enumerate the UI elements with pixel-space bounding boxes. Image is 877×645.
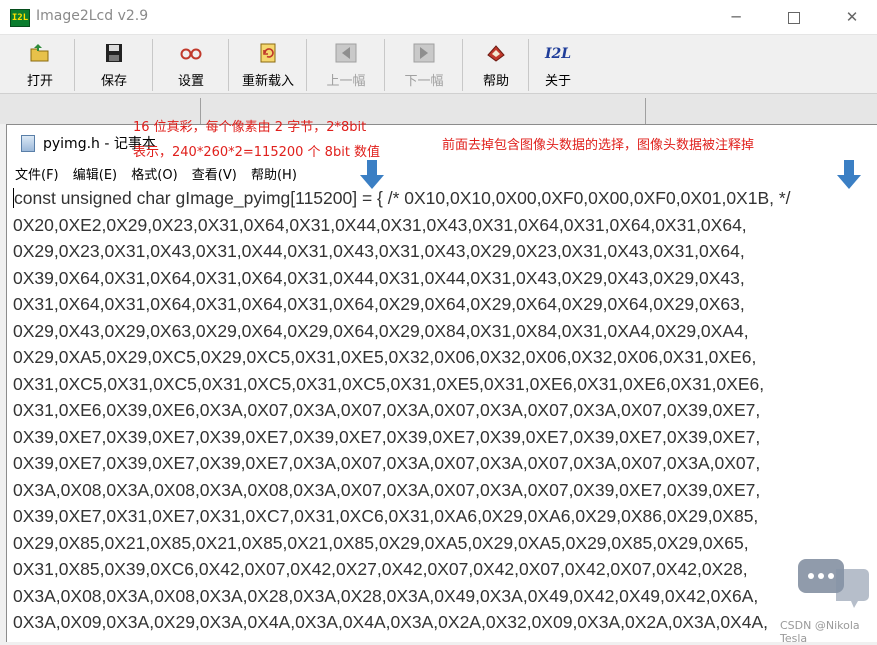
- reload-icon: [260, 43, 276, 63]
- save-button[interactable]: 保存: [76, 39, 153, 91]
- menu-format[interactable]: 格式(O): [131, 168, 177, 183]
- arrow-down-icon: [837, 160, 861, 189]
- help-book-icon: [487, 45, 505, 62]
- previous-arrow-icon: [335, 43, 357, 63]
- text-line: 0X39,0XE7,0X31,0XE7,0X31,0XC7,0X31,0XC6,…: [13, 506, 759, 526]
- reload-label: 重新载入: [241, 74, 294, 89]
- menu-help[interactable]: 帮助(H): [251, 168, 297, 183]
- menu-view[interactable]: 查看(V): [192, 168, 237, 183]
- maximize-button[interactable]: [765, 0, 823, 34]
- help-button[interactable]: 帮助: [464, 39, 529, 91]
- watermark-text: CSDN @Nikola Tesla: [780, 619, 860, 645]
- notepad-icon: [21, 135, 35, 152]
- open-button[interactable]: 打开: [6, 39, 75, 91]
- minimize-button[interactable]: ─: [707, 0, 765, 34]
- text-line: 0X39,0X64,0X31,0X64,0X31,0X64,0X31,0X44,…: [13, 267, 745, 288]
- next-arrow-icon: [413, 43, 435, 63]
- help-label: 帮助: [482, 74, 509, 89]
- settings-button[interactable]: 设置: [154, 39, 229, 91]
- settings-label: 设置: [177, 74, 204, 89]
- reload-button[interactable]: 重新载入: [230, 39, 307, 91]
- notepad-text-area[interactable]: const unsigned char gImage_pyimg[115200]…: [13, 185, 873, 640]
- svg-text:I2L: I2L: [544, 46, 571, 62]
- about-label: 关于: [544, 74, 571, 89]
- save-label: 保存: [100, 74, 127, 89]
- text-line: 0X3A,0X08,0X3A,0X08,0X3A,0X08,0X3A,0X07,…: [13, 479, 761, 500]
- close-button[interactable]: ✕: [823, 0, 877, 34]
- about-button[interactable]: I2L 关于: [530, 39, 586, 91]
- text-line: const unsigned char gImage_pyimg[115200]…: [13, 188, 791, 208]
- text-line: 0X20,0XE2,0X29,0X23,0X31,0X64,0X31,0X44,…: [13, 214, 747, 235]
- text-line: 0X29,0X23,0X31,0X43,0X31,0X44,0X31,0X43,…: [13, 241, 745, 261]
- text-line: 0X29,0XA5,0X29,0XC5,0X29,0XC5,0X31,0XE5,…: [13, 347, 757, 367]
- menu-edit[interactable]: 编辑(E): [73, 168, 117, 183]
- folder-open-icon: [30, 44, 49, 62]
- menu-file[interactable]: 文件(F): [15, 168, 59, 183]
- text-line: 0X3A,0X08,0X3A,0X08,0X3A,0X28,0X3A,0X28,…: [13, 585, 759, 606]
- notepad-window: pyimg.h - 记事本 文件(F) 编辑(E) 格式(O) 查看(V) 帮助…: [6, 124, 877, 642]
- chat-bubble-watermark-icon: [798, 559, 869, 608]
- text-line: 0X3A,0X09,0X3A,0X29,0X3A,0X4A,0X3A,0X4A,…: [13, 612, 768, 632]
- floppy-disk-icon: [106, 44, 122, 62]
- window-title-bar: I2L Image2Lcd v2.9 ─ ✕: [0, 0, 877, 35]
- text-line: 0X29,0X43,0X29,0X63,0X29,0X64,0X29,0X64,…: [13, 320, 749, 341]
- annotation-header-commented: 前面去掉包含图像头数据的选择，图像头数据被注释掉: [442, 138, 755, 153]
- text-line: 0X39,0XE7,0X39,0XE7,0X39,0XE7,0X39,0XE7,…: [13, 426, 761, 447]
- previous-image-button[interactable]: 上一幅: [308, 39, 385, 91]
- maximize-icon: [788, 11, 800, 24]
- text-line: 0X31,0XC5,0X31,0XC5,0X31,0XC5,0X31,0XC5,…: [13, 373, 765, 394]
- i2l-logo-icon: I2L: [544, 46, 571, 62]
- annotation-array-size: 表示，240*260*2=115200 个 8bit 数值: [133, 145, 381, 160]
- next-image-button[interactable]: 下一幅: [386, 39, 463, 91]
- arrow-down-icon: [360, 160, 384, 189]
- notepad-menu-bar: 文件(F) 编辑(E) 格式(O) 查看(V) 帮助(H): [15, 164, 307, 183]
- text-line: 0X31,0X64,0X31,0X64,0X31,0X64,0X31,0X64,…: [13, 294, 745, 314]
- window-title: Image2Lcd v2.9: [36, 8, 149, 24]
- text-line: 0X29,0X85,0X21,0X85,0X21,0X85,0X21,0X85,…: [13, 532, 749, 553]
- text-line: 0X31,0X85,0X39,0XC6,0X42,0X07,0X42,0X27,…: [13, 559, 748, 579]
- text-line: 0X39,0XE7,0X39,0XE7,0X39,0XE7,0X3A,0X07,…: [13, 453, 761, 473]
- toolbar: 打开 保存 设置 重新载入 上一幅 下一幅 帮助 I2L 关于: [0, 35, 877, 94]
- app-logo-icon: I2L: [10, 9, 30, 27]
- next-label: 下一幅: [404, 74, 444, 89]
- previous-label: 上一幅: [326, 74, 366, 89]
- text-line: 0X31,0XE6,0X39,0XE6,0X3A,0X07,0X3A,0X07,…: [13, 400, 761, 420]
- preview-panel-strip: [0, 94, 877, 124]
- panel-divider: [645, 98, 646, 124]
- glasses-icon: [180, 48, 202, 60]
- open-label: 打开: [26, 74, 53, 89]
- annotation-bit-depth: 16 位真彩，每个像素由 2 字节，2*8bit: [133, 120, 367, 135]
